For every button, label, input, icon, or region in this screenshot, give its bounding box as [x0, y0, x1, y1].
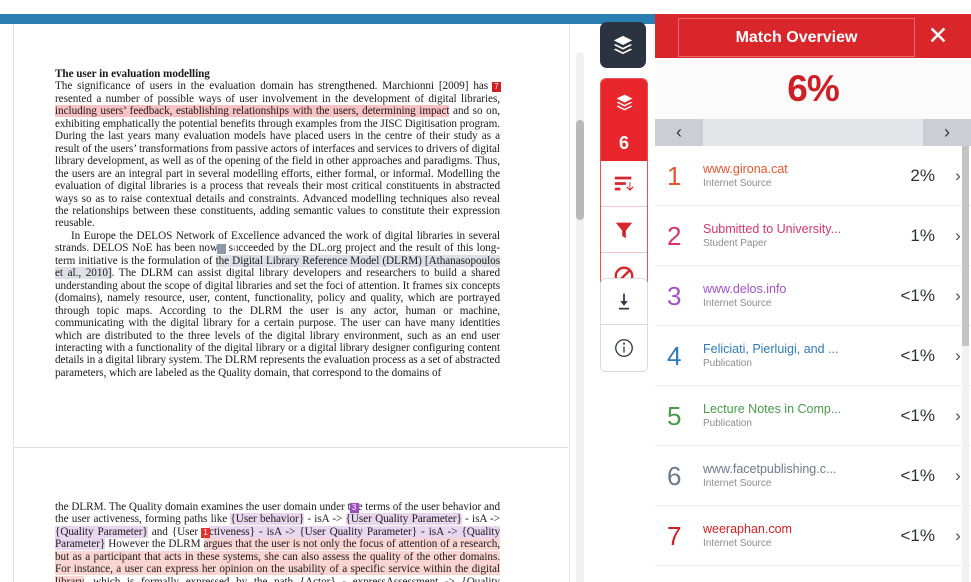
match-list-item[interactable]: 3 www.delos.info Internet Source <1% › — [655, 266, 971, 326]
para3-isa-1: - isA -> — [304, 513, 346, 526]
match-source-type: Internet Source — [703, 478, 772, 489]
match-source-type: Publication — [703, 358, 752, 369]
match-info: Feliciati, Pierluigi, and ... Publicatio… — [703, 342, 901, 369]
match-overview-panel: Match Overview ✕ 6% ‹ › 1 www.girona.cat… — [655, 14, 971, 582]
panel-scrollbar-thumb[interactable] — [962, 146, 969, 346]
next-match-button[interactable]: › — [923, 119, 971, 146]
match-percent: <1% — [900, 525, 936, 545]
match-source-type: Internet Source — [703, 538, 772, 549]
match-info: Lecture Notes in Comp... Publication — [703, 402, 901, 429]
layers-toggle-button[interactable] — [600, 22, 646, 68]
info-button[interactable] — [601, 325, 647, 371]
match-source-type: Student Paper — [703, 238, 767, 249]
document-text-block-2: the DLRM. The Quality domain examines th… — [55, 501, 500, 582]
all-sources-button[interactable] — [601, 161, 647, 207]
document-paragraph-2: In Europe the DELOS Network of Excellenc… — [55, 230, 500, 379]
match-list-item[interactable]: 4 Feliciati, Pierluigi, and ... Publicat… — [655, 326, 971, 386]
match-info: Submitted to University... Student Paper — [703, 222, 910, 249]
para1-text-a: The significance of users in the evaluat… — [55, 80, 493, 93]
download-button[interactable] — [601, 279, 647, 325]
top-blue-bar — [0, 14, 655, 24]
match-list[interactable]: 1 www.girona.cat Internet Source 2% › 2 … — [655, 146, 971, 582]
match-source-name[interactable]: www.facetpublishing.c... — [703, 462, 897, 476]
match-list-item[interactable]: 7 weeraphan.com Internet Source <1% › — [655, 506, 971, 566]
match-list-item[interactable]: 1 www.girona.cat Internet Source 2% › — [655, 146, 971, 206]
match-tools-rail: 6 — [600, 78, 648, 300]
match-percent: 2% — [910, 165, 935, 185]
panel-title: Match Overview — [678, 18, 915, 57]
para2-text-c: . The DLRM can assist digital library de… — [55, 267, 500, 379]
document-tools-rail — [600, 278, 648, 372]
match-source-name[interactable]: weeraphan.com — [703, 522, 897, 536]
funnel-icon — [613, 219, 635, 241]
match-index: 6 — [667, 460, 682, 491]
document-viewport[interactable]: The user in evaluation modelling The sig… — [0, 24, 597, 582]
para3-text-d: and {User — [147, 525, 203, 538]
match-index: 7 — [667, 520, 682, 551]
match-index: 4 — [667, 340, 682, 371]
match-info: www.delos.info Internet Source — [703, 282, 901, 309]
match-percent: <1% — [900, 465, 936, 485]
document-scrollbar-thumb[interactable] — [576, 120, 584, 220]
document-paragraph-1: The significance of users in the evaluat… — [55, 80, 501, 230]
prev-match-button[interactable]: ‹ — [655, 119, 703, 146]
match-source-type: Internet Source — [703, 178, 772, 189]
match-source-name[interactable]: www.girona.cat — [703, 162, 906, 176]
para3-text-g: , which is formally expressed by the pat… — [83, 575, 500, 582]
para1-text-b: resented a number of possible ways of us… — [55, 92, 500, 105]
match-source-name[interactable]: Submitted to University... — [703, 222, 906, 236]
highlight-match-3-a[interactable]: {User behavior} — [230, 513, 304, 526]
layers-icon — [612, 34, 634, 56]
match-list-item[interactable]: 5 Lecture Notes in Comp... Publication <… — [655, 386, 971, 446]
layers-icon — [615, 93, 634, 112]
panel-header: Match Overview ✕ — [655, 14, 971, 58]
highlight-match-7[interactable]: including users’ feedback, establishing … — [55, 105, 449, 118]
match-list-item[interactable]: 6 www.facetpublishing.c... Internet Sour… — [655, 446, 971, 506]
highlight-match-3-b[interactable]: {User Quality Parameter} — [345, 513, 462, 526]
match-info: www.facetpublishing.c... Internet Source — [703, 462, 901, 489]
match-badge-3[interactable]: 3 — [349, 503, 359, 513]
match-info: weeraphan.com Internet Source — [703, 522, 901, 549]
match-source-name[interactable]: Feliciati, Pierluigi, and ... — [703, 342, 897, 356]
match-badge-5[interactable]: 5 — [216, 244, 237, 255]
match-percent: <1% — [900, 345, 936, 365]
document-heading: The user in evaluation modelling — [55, 68, 210, 80]
sort-filter-icon — [613, 173, 635, 195]
similarity-report-viewer: The user in evaluation modelling The sig… — [0, 0, 971, 582]
match-source-name[interactable]: www.delos.info — [703, 282, 897, 296]
document-paragraph-3: the DLRM. The Quality domain examines th… — [55, 501, 500, 582]
para3-isa-2: - isA -> — [461, 513, 500, 526]
filters-settings-button[interactable] — [601, 207, 647, 253]
match-index: 2 — [667, 220, 682, 251]
highlight-match-3-c[interactable]: {Quality Parameter} — [55, 525, 148, 538]
match-index: 3 — [667, 280, 682, 311]
info-icon — [613, 337, 635, 359]
matches-layer-button[interactable] — [601, 79, 647, 125]
match-index: 1 — [667, 160, 682, 191]
similarity-score: 6% — [655, 58, 971, 119]
match-info: www.girona.cat Internet Source — [703, 162, 910, 189]
match-list-item[interactable]: 2 Submitted to University... Student Pap… — [655, 206, 971, 266]
match-percent: 1% — [910, 225, 935, 245]
para3-text-a: the DLRM. The Quality domain examines th… — [55, 501, 351, 513]
match-source-type: Publication — [703, 418, 752, 429]
match-source-type: Internet Source — [703, 298, 772, 309]
match-source-name[interactable]: Lecture Notes in Comp... — [703, 402, 897, 416]
match-badge-1[interactable]: 1 — [201, 527, 211, 538]
match-count-badge[interactable]: 6 — [601, 125, 647, 161]
download-icon — [614, 292, 634, 312]
match-percent: <1% — [900, 405, 936, 425]
para1-text-c: and so on, exhibiting emphatically the p… — [55, 105, 500, 230]
close-icon[interactable]: ✕ — [913, 14, 963, 58]
match-badge-7[interactable]: 7 — [492, 82, 501, 93]
match-index: 5 — [667, 400, 682, 431]
match-percent: <1% — [900, 285, 936, 305]
match-navigation: ‹ › — [655, 119, 971, 146]
document-text-block-1: The user in evaluation modelling The sig… — [55, 68, 501, 379]
para3-text-f: However the DLRM — [105, 538, 204, 551]
